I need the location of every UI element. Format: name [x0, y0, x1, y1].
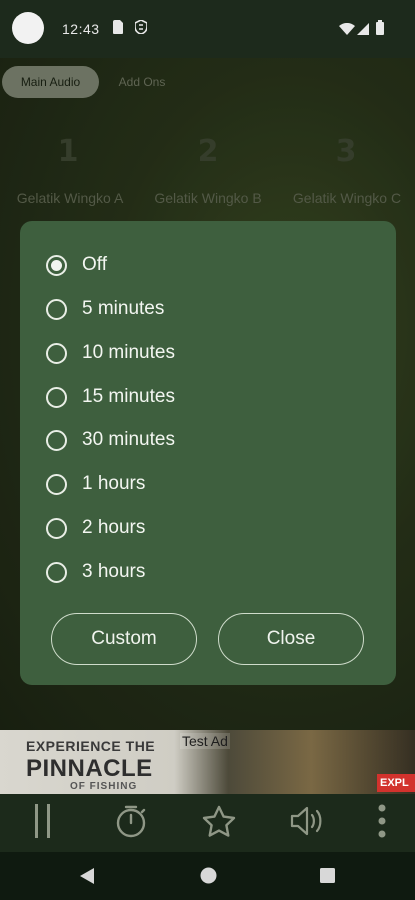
cell-signal-icon	[357, 22, 369, 40]
custom-button[interactable]: Custom	[51, 613, 197, 665]
sleep-timer-dialog: Off 5 minutes 10 minutes 15 minutes 30 m…	[20, 221, 396, 685]
status-bar: 12:43	[0, 0, 415, 58]
sim-card-icon	[113, 20, 123, 39]
timer-option-10-minutes[interactable]: 10 minutes	[46, 338, 366, 368]
radio-icon[interactable]	[46, 298, 67, 320]
option-label: 2 hours	[82, 517, 146, 538]
ad-banner[interactable]: EXPERIENCE THE PINNACLE OF FISHING Test …	[0, 730, 415, 794]
timer-icon[interactable]	[114, 804, 148, 843]
radio-selected-icon[interactable]	[46, 254, 67, 276]
timer-option-15-minutes[interactable]: 15 minutes	[46, 382, 366, 412]
home-icon[interactable]	[200, 867, 217, 889]
timer-option-2-hours[interactable]: 2 hours	[46, 513, 366, 543]
radio-icon[interactable]	[46, 473, 67, 495]
ad-title: PINNACLE	[26, 755, 153, 782]
timer-option-1-hours[interactable]: 1 hours	[46, 469, 366, 499]
option-label: 15 minutes	[82, 386, 175, 407]
radio-icon[interactable]	[46, 342, 67, 364]
timer-option-5-minutes[interactable]: 5 minutes	[46, 294, 366, 324]
more-icon[interactable]	[378, 804, 386, 843]
radio-icon[interactable]	[46, 561, 67, 583]
ad-cta-button[interactable]: EXPL	[377, 774, 415, 792]
vpn-icon	[134, 19, 148, 39]
back-icon[interactable]	[80, 868, 94, 889]
ad-subtitle: OF FISHING	[70, 781, 138, 792]
player-controls	[0, 794, 415, 852]
battery-icon	[376, 20, 384, 40]
timer-option-3-hours[interactable]: 3 hours	[46, 557, 366, 587]
option-label: 10 minutes	[82, 342, 175, 363]
wifi-icon	[339, 22, 355, 40]
option-label: 1 hours	[82, 473, 146, 494]
system-nav-bar	[0, 852, 415, 900]
ad-headline: EXPERIENCE THE	[26, 738, 156, 754]
avatar	[12, 12, 44, 44]
option-label: 30 minutes	[82, 429, 175, 450]
radio-icon[interactable]	[46, 429, 67, 451]
recents-icon[interactable]	[320, 868, 335, 888]
option-label: 5 minutes	[82, 298, 165, 319]
timer-option-off[interactable]: Off	[46, 250, 366, 280]
timer-option-30-minutes[interactable]: 30 minutes	[46, 425, 366, 455]
radio-icon[interactable]	[46, 517, 67, 539]
volume-icon[interactable]	[290, 806, 326, 841]
option-label: 3 hours	[82, 561, 146, 582]
ad-test-label: Test Ad	[180, 733, 230, 749]
close-button[interactable]: Close	[218, 613, 364, 665]
pause-icon[interactable]	[33, 804, 53, 843]
option-label: Off	[82, 254, 107, 275]
radio-icon[interactable]	[46, 386, 67, 408]
status-time: 12:43	[62, 21, 100, 37]
star-icon[interactable]	[202, 805, 236, 844]
